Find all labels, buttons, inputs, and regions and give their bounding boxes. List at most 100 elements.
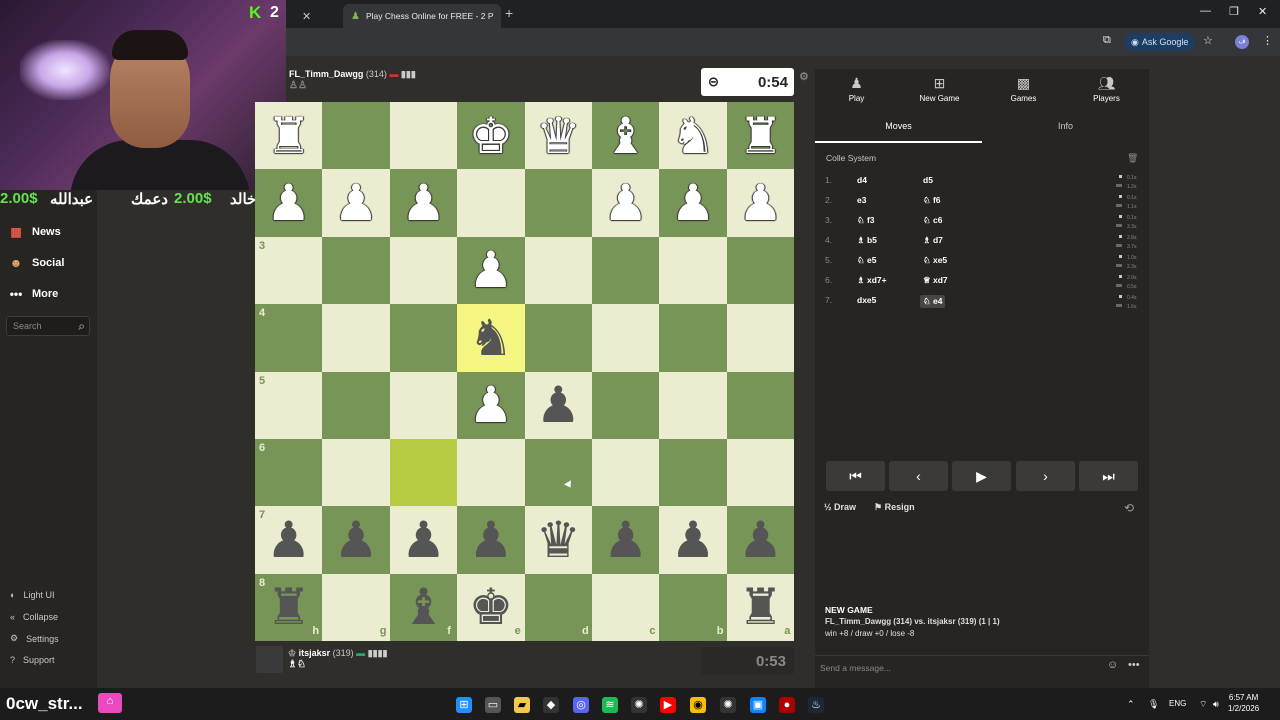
white-piece[interactable]: ♜ [727,102,794,169]
system-clock[interactable]: 6:57 AM 1/2/2026 [1228,692,1259,714]
tab-play[interactable]: ♟ Play [815,75,898,103]
board-square[interactable] [389,371,458,439]
tab-games[interactable]: ▩ Games [982,75,1065,103]
white-move[interactable]: ♘ f3 [857,215,875,226]
board-square[interactable] [726,304,795,372]
browser-menu-icon[interactable]: ⋮ [1262,34,1273,47]
black-piece[interactable]: ♝ [390,574,457,641]
window-close-icon[interactable]: ✕ [1258,5,1267,18]
board-square[interactable] [659,236,727,305]
board-square[interactable] [457,439,525,507]
subtab-moves[interactable]: Moves [815,119,982,143]
new-tab-icon[interactable]: + [505,5,513,21]
tab-new-game[interactable]: ⊞ New Game [898,75,981,103]
draw-button[interactable]: ½ Draw [824,502,856,512]
ask-google-button[interactable]: ◉ Ask Google [1124,33,1196,51]
board-square[interactable] [524,439,592,507]
black-piece[interactable]: ♟ [255,506,322,573]
bottom-player[interactable]: ♔ itsjaksr (319) ▬ ▮▮▮▮ ♗♘ [288,648,388,670]
board-square[interactable] [389,102,458,170]
black-move[interactable]: ♘ xe5 [923,255,947,266]
sidebar-light-ui[interactable]: ◐ Light UI [10,590,54,600]
black-move[interactable]: ♕ xd7 [923,275,948,286]
browser-tab-previous[interactable]: ✕ [286,4,319,28]
white-piece[interactable]: ♚ [457,102,524,169]
bookmark-star-icon[interactable]: ☆ [1203,34,1213,47]
white-piece[interactable]: ♟ [390,169,457,236]
white-move[interactable]: dxe5 [857,295,876,305]
spotify-icon[interactable]: ≋ [602,697,618,713]
white-piece[interactable]: ♟ [457,372,524,439]
board-square[interactable] [524,169,592,237]
board-square[interactable] [322,371,390,439]
white-move[interactable]: d4 [857,175,867,185]
file-explorer-icon[interactable]: ▰ [514,697,530,713]
wifi-icon[interactable]: ⌔ [1199,699,1207,710]
board-square[interactable] [726,236,795,305]
black-piece[interactable]: ♚ [457,574,524,641]
mic-icon[interactable]: 🎙︎ [1148,699,1159,710]
top-player[interactable]: FL_Timm_Dawgg (314) ▬ ▮▮▮ ♙♙ [289,69,416,91]
board-square[interactable] [659,371,727,439]
white-move[interactable]: ♗ b5 [857,235,877,246]
sidebar-support[interactable]: ? Support [10,655,55,665]
board-square[interactable] [389,439,458,507]
white-piece[interactable]: ♟ [592,169,659,236]
board-square[interactable] [322,439,390,507]
minimize-icon[interactable]: — [1200,5,1211,17]
search-icon[interactable]: ⌕ [78,319,85,334]
white-piece[interactable]: ♟ [727,169,794,236]
browser-tab-active[interactable]: ♟ Play Chess Online for FREE - 2 P ✕ [343,4,501,28]
white-move[interactable]: ♗ xd7+ [857,275,887,286]
prev-move-button[interactable]: ‹ [889,461,948,491]
board-square[interactable] [457,169,525,237]
black-move[interactable]: ♘ e4 [920,295,946,308]
sidebar-item-news[interactable]: ▦ News [8,224,60,240]
next-move-button[interactable]: › [1016,461,1075,491]
message-input[interactable]: Send a message... [815,655,1149,679]
chrome-icon[interactable]: ◉ [690,697,706,713]
board-square[interactable] [592,304,660,372]
board-square[interactable] [322,304,390,372]
sidebar-settings[interactable]: ⚙ Settings [10,633,59,644]
tab-players[interactable]: 👥︎ Players [1065,75,1148,103]
board-square[interactable] [726,439,795,507]
white-piece[interactable]: ♛ [525,102,592,169]
more-options-icon[interactable]: ••• [1128,659,1140,671]
board-square[interactable] [592,439,660,507]
black-piece[interactable]: ♟ [457,506,524,573]
black-piece[interactable]: ♟ [322,506,389,573]
app-icon[interactable]: ◆ [543,697,559,713]
sidebar-item-more[interactable]: ••• More [8,286,59,302]
black-move[interactable]: ♗ d7 [923,235,943,246]
white-piece[interactable]: ♜ [255,102,322,169]
black-piece[interactable]: ♞ [457,304,524,371]
white-piece[interactable]: ♝ [592,102,659,169]
discord-icon[interactable]: ◎ [573,697,589,713]
volume-icon[interactable]: 🔊︎ [1213,699,1219,710]
white-piece[interactable]: ♟ [457,237,524,304]
board-square[interactable] [524,236,592,305]
black-piece[interactable]: ♟ [525,372,592,439]
sidebar-search-input[interactable]: Search ⌕ [6,316,90,336]
recording-app-icon[interactable]: ● [779,697,795,713]
black-piece[interactable]: ♟ [592,506,659,573]
cast-icon[interactable]: ⧉ [1103,34,1111,47]
chatgpt-icon[interactable]: ✺ [720,697,736,713]
white-piece[interactable]: ♟ [322,169,389,236]
white-piece[interactable]: ♟ [659,169,726,236]
black-piece[interactable]: ♟ [659,506,726,573]
emoji-icon[interactable]: ☺ [1107,659,1118,671]
black-piece[interactable]: ♟ [727,506,794,573]
chess-board[interactable]: 3 4 5 6 7 8 h g f e d c b a ♜ ♚ ♛ ♝ ♞ ♜ ♟ ♟ ♟ ♟ ♟ ♟ ♟ ♞ ♟ ♟ ♟ ♟ ♟ ♟ ♛ ♟ ♟ ♟ ♜ ♝… [255,102,795,642]
board-square[interactable] [726,371,795,439]
play-button[interactable]: ▶ [952,461,1011,491]
board-settings-gear-icon[interactable]: ⚙ [799,70,809,83]
task-view-icon[interactable]: ▭ [485,697,501,713]
sidebar-collapse[interactable]: « Collapse [10,612,58,622]
white-move[interactable]: e3 [857,195,866,205]
steam-icon[interactable]: ♨ [808,697,824,713]
board-square[interactable] [322,102,390,170]
board-square[interactable] [389,236,458,305]
tray-expand-icon[interactable]: ⌃ [1127,699,1135,710]
